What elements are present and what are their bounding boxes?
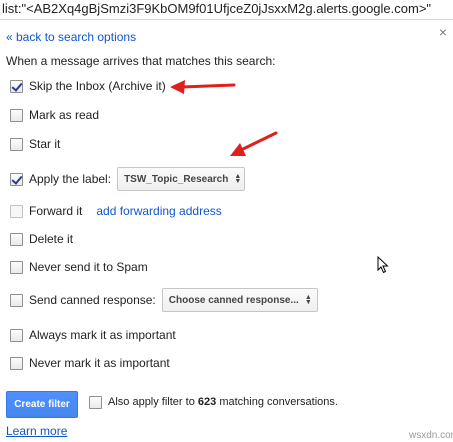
option-mark-as-read[interactable]: Mark as read [10, 106, 99, 124]
mouse-pointer-icon [377, 256, 389, 274]
mark-as-read-checkbox[interactable] [10, 108, 23, 122]
canned-response-label: Send canned response: [29, 293, 156, 307]
never-spam-label: Never send it to Spam [29, 260, 148, 274]
close-icon[interactable]: × [436, 25, 450, 39]
delete-it-label: Delete it [29, 232, 74, 246]
back-to-search-options-link[interactable]: « back to search options [6, 30, 136, 44]
forward-it-label: Forward it [29, 204, 83, 218]
mark-as-read-label: Mark as read [29, 108, 100, 122]
always-important-checkbox[interactable] [10, 328, 23, 342]
updown-arrows-icon: ▲ ▼ [304, 294, 312, 306]
option-never-spam[interactable]: Never send it to Spam [10, 258, 148, 276]
canned-response-select[interactable]: Choose canned response... ▲ ▼ [161, 288, 318, 312]
filter-intro-text: When a message arrives that matches this… [6, 54, 276, 68]
also-apply-label: Also apply filter to 623 matching conver… [108, 396, 338, 408]
star-it-label: Star it [29, 137, 61, 151]
add-forwarding-address-link[interactable]: add forwarding address [96, 204, 221, 218]
also-apply-suffix: matching conversations. [219, 396, 338, 408]
watermark: wsxdn.com [409, 430, 453, 441]
apply-label-checkbox[interactable] [10, 172, 23, 186]
label-select-value: TSW_Topic_Research [124, 173, 229, 185]
never-important-checkbox[interactable] [10, 356, 23, 370]
option-star-it[interactable]: Star it [10, 135, 60, 153]
learn-more-link[interactable]: Learn more [6, 424, 67, 438]
option-canned-response[interactable]: Send canned response: Choose canned resp… [10, 288, 318, 312]
updown-arrows-icon: ▲ ▼ [234, 173, 242, 185]
option-forward-it: Forward it add forwarding address [10, 202, 222, 220]
star-it-checkbox[interactable] [10, 137, 23, 151]
canned-response-select-value: Choose canned response... [168, 294, 299, 306]
option-delete-it[interactable]: Delete it [10, 230, 73, 248]
option-always-important[interactable]: Always mark it as important [10, 326, 176, 344]
skip-inbox-label: Skip the Inbox (Archive it) [29, 79, 166, 93]
delete-it-checkbox[interactable] [10, 232, 23, 246]
canned-response-checkbox[interactable] [10, 293, 23, 307]
also-apply-option[interactable]: Also apply filter to 623 matching conver… [89, 394, 338, 410]
never-spam-checkbox[interactable] [10, 260, 23, 274]
filter-panel: « back to search options × When a messag… [0, 20, 453, 442]
option-never-important[interactable]: Never mark it as important [10, 354, 170, 372]
search-query-bar[interactable]: list:"<AB2Xq4gBjSmzi3F9KbOM9f01UfjceZ0jJ… [0, 0, 453, 20]
search-query-text: list:"<AB2Xq4gBjSmzi3F9KbOM9f01UfjceZ0jJ… [2, 1, 432, 16]
option-skip-inbox[interactable]: Skip the Inbox (Archive it) [10, 77, 166, 95]
create-filter-button[interactable]: Create filter [6, 391, 78, 418]
forward-it-checkbox [10, 204, 23, 218]
never-important-label: Never mark it as important [29, 356, 170, 370]
also-apply-checkbox[interactable] [89, 395, 102, 409]
also-apply-prefix: Also apply filter to [108, 396, 195, 408]
always-important-label: Always mark it as important [29, 328, 176, 342]
apply-label-label: Apply the label: [29, 172, 112, 186]
option-apply-label[interactable]: Apply the label: TSW_Topic_Research ▲ ▼ [10, 167, 246, 191]
label-select[interactable]: TSW_Topic_Research ▲ ▼ [117, 167, 246, 191]
skip-inbox-checkbox[interactable] [10, 79, 23, 93]
matching-count: 623 [197, 396, 217, 408]
